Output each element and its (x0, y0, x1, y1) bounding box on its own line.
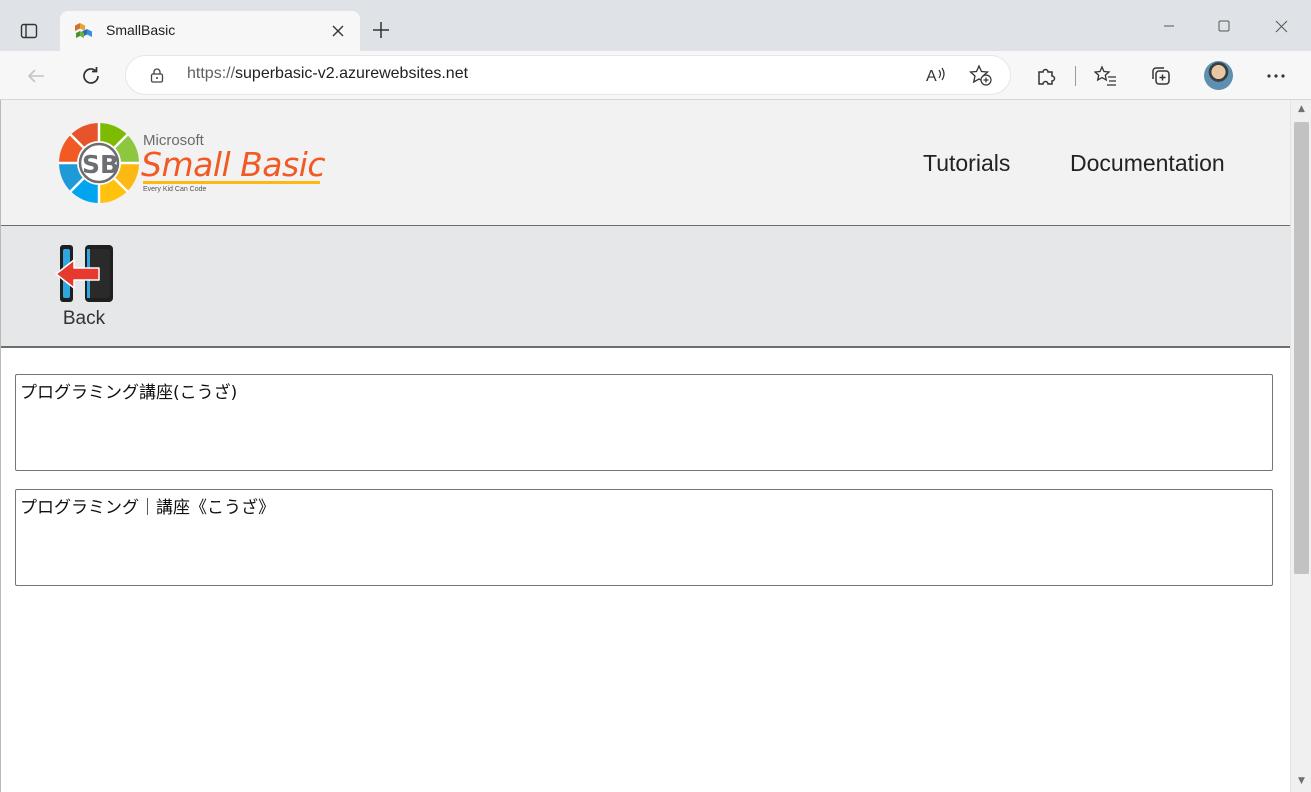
url-scheme: https:// (187, 65, 236, 82)
scroll-thumb[interactable] (1294, 122, 1309, 574)
back-arrow-icon (55, 245, 113, 302)
url-text[interactable]: https://superbasic-v2.azurewebsites.net (187, 65, 468, 83)
logo-tagline: Every Kid Can Code (143, 186, 207, 193)
collections-icon[interactable] (1146, 61, 1176, 91)
toolbar-separator (1075, 66, 1076, 86)
site-header: SB Microsoft Small Basic Every Kid Can C… (1, 100, 1290, 226)
address-bar[interactable]: https://superbasic-v2.azurewebsites.net … (126, 56, 1010, 94)
lock-icon[interactable] (149, 67, 165, 83)
star-plus-icon[interactable] (969, 63, 993, 87)
maximize-icon[interactable] (1212, 14, 1236, 38)
nav-link-tutorials[interactable]: Tutorials (923, 150, 1010, 177)
more-dots-icon[interactable] (1261, 61, 1291, 91)
refresh-icon[interactable] (76, 61, 106, 91)
back-arrow-icon[interactable] (21, 61, 51, 91)
small-basic-logo[interactable]: SB Microsoft Small Basic Every Kid Can C… (59, 123, 329, 209)
smallbasic-favicon (74, 21, 94, 41)
profile-avatar[interactable] (1204, 61, 1233, 90)
url-host: superbasic-v2.azurewebsites.net (235, 65, 469, 82)
browser-toolbar: https://superbasic-v2.azurewebsites.net … (0, 51, 1311, 100)
tab-title: SmallBasic (106, 22, 176, 38)
source-text-input[interactable]: プログラミング講座(こうざ) (15, 374, 1273, 471)
plus-icon[interactable] (369, 18, 393, 42)
browser-tabstrip: SmallBasic (0, 0, 1311, 51)
browser-tab-active[interactable]: SmallBasic (60, 11, 360, 51)
converted-text-output[interactable]: プログラミング｜講座《こうざ》 (15, 489, 1273, 586)
svg-text:A: A (926, 68, 937, 85)
svg-text:SB: SB (82, 150, 119, 179)
close-icon[interactable] (330, 23, 346, 39)
toolbar-strip: Back (1, 225, 1290, 348)
back-button-label: Back (62, 308, 106, 329)
tab-actions-icon[interactable] (14, 16, 44, 46)
window-close-icon[interactable] (1269, 14, 1293, 38)
page-scrollbar[interactable]: ▲ ▼ (1290, 100, 1311, 792)
page-viewport: SB Microsoft Small Basic Every Kid Can C… (0, 100, 1290, 792)
read-aloud-icon[interactable]: A (924, 63, 948, 87)
minimize-icon[interactable] (1157, 14, 1181, 38)
logo-name: Small Basic (141, 145, 326, 184)
favorites-list-icon[interactable] (1091, 61, 1121, 91)
puzzle-icon[interactable] (1031, 61, 1061, 91)
nav-link-documentation[interactable]: Documentation (1070, 150, 1225, 177)
scroll-down-icon[interactable]: ▼ (1296, 776, 1307, 787)
small-basic-logo-icon: SB (59, 123, 139, 203)
scroll-up-icon[interactable]: ▲ (1296, 104, 1307, 115)
back-button[interactable]: Back (47, 244, 127, 334)
logo-underline (143, 181, 320, 184)
